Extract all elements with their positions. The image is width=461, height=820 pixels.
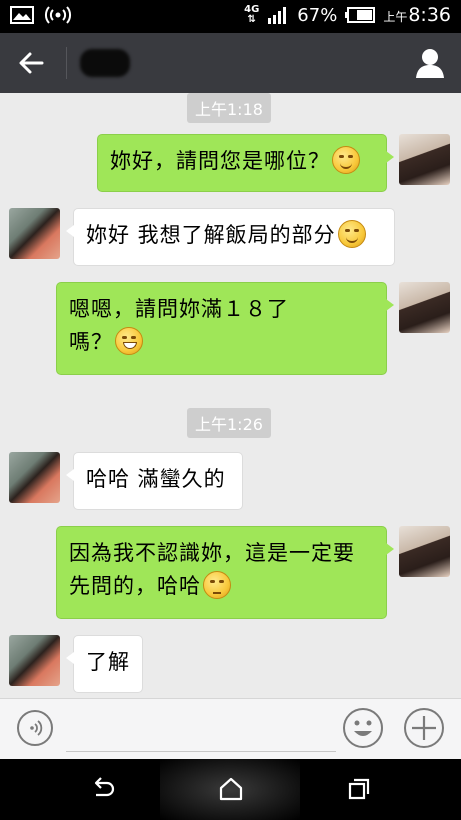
time-prefix: 上午 (383, 10, 408, 24)
wifi-hotspot-icon (45, 6, 71, 24)
status-bar: 4G ⇅ 67% 上午8:36 (0, 0, 461, 33)
image-icon (10, 6, 34, 24)
contact-avatar[interactable] (9, 208, 60, 259)
received-message[interactable]: 了解 (66, 635, 143, 693)
nav-home-button[interactable] (216, 775, 246, 803)
profile-button[interactable] (413, 46, 447, 80)
battery-icon (345, 7, 376, 23)
message-text-line1: 因為我不認識妳，這是一定要 (69, 541, 355, 565)
nav-back-button[interactable] (88, 775, 118, 803)
network-indicator: 4G ⇅ (244, 5, 259, 25)
message-text: 妳好，請問您是哪位？ (110, 149, 330, 173)
voice-button[interactable] (17, 710, 53, 746)
arrow-left-icon (19, 52, 44, 74)
message-text: 妳好 我想了解飯局的部分 (86, 223, 336, 247)
voice-icon (30, 720, 43, 736)
my-avatar[interactable] (399, 134, 450, 185)
sent-message[interactable]: 妳好，請問您是哪位？ (97, 134, 394, 192)
contact-avatar[interactable] (9, 635, 60, 686)
sent-message[interactable]: 嗯嗯，請問妳滿１８了 嗎？ (56, 282, 394, 375)
chat-title-bar (0, 33, 461, 93)
received-message[interactable]: 妳好 我想了解飯局的部分 (66, 208, 395, 266)
my-avatar[interactable] (399, 526, 450, 577)
emoji-button[interactable] (343, 708, 383, 748)
more-button[interactable] (404, 708, 444, 748)
status-right: 4G ⇅ 67% 上午8:36 (244, 4, 451, 26)
chat-messages[interactable]: 上午1:18 妳好，請問您是哪位？ 妳好 我想了解飯局的部分 嗯嗯，請問妳滿１８… (0, 93, 461, 698)
grin-emoji-icon (115, 327, 143, 355)
message-text: 哈哈 滿蠻久的 (86, 467, 226, 491)
smiley-icon (354, 720, 372, 736)
signal-icon (268, 7, 287, 24)
status-clock: 上午8:36 (383, 4, 451, 26)
smile-emoji-icon (337, 220, 366, 248)
message-text-line2: 先問的，哈哈 (69, 574, 201, 598)
plus-icon (412, 716, 436, 740)
received-message[interactable]: 哈哈 滿蠻久的 (66, 452, 243, 510)
nav-recents-button[interactable] (344, 775, 374, 803)
data-arrows-icon: ⇅ (247, 14, 256, 25)
home-icon (219, 777, 243, 801)
back-button[interactable] (12, 45, 52, 81)
message-text-line1: 嗯嗯，請問妳滿１８了 (69, 297, 289, 321)
title-divider (66, 47, 67, 79)
message-text-line2: 嗎？ (69, 330, 113, 354)
thinking-emoji-icon (203, 571, 231, 599)
message-input-bar (0, 698, 461, 760)
smile-emoji-icon (332, 146, 360, 174)
person-icon (416, 49, 444, 78)
my-avatar[interactable] (399, 282, 450, 333)
battery-percent: 67% (297, 4, 338, 26)
message-input[interactable] (66, 711, 336, 752)
timestamp: 上午1:26 (187, 408, 271, 438)
clock-time: 8:36 (408, 4, 451, 26)
timestamp: 上午1:18 (187, 93, 271, 123)
contact-avatar[interactable] (9, 452, 60, 503)
sent-message[interactable]: 因為我不認識妳，這是一定要 先問的，哈哈 (56, 526, 394, 619)
recents-icon (348, 778, 370, 800)
contact-name (80, 49, 130, 77)
system-nav-bar (0, 759, 461, 820)
status-left-icons (10, 6, 72, 24)
message-text: 了解 (86, 650, 130, 674)
back-nav-icon (94, 777, 115, 797)
